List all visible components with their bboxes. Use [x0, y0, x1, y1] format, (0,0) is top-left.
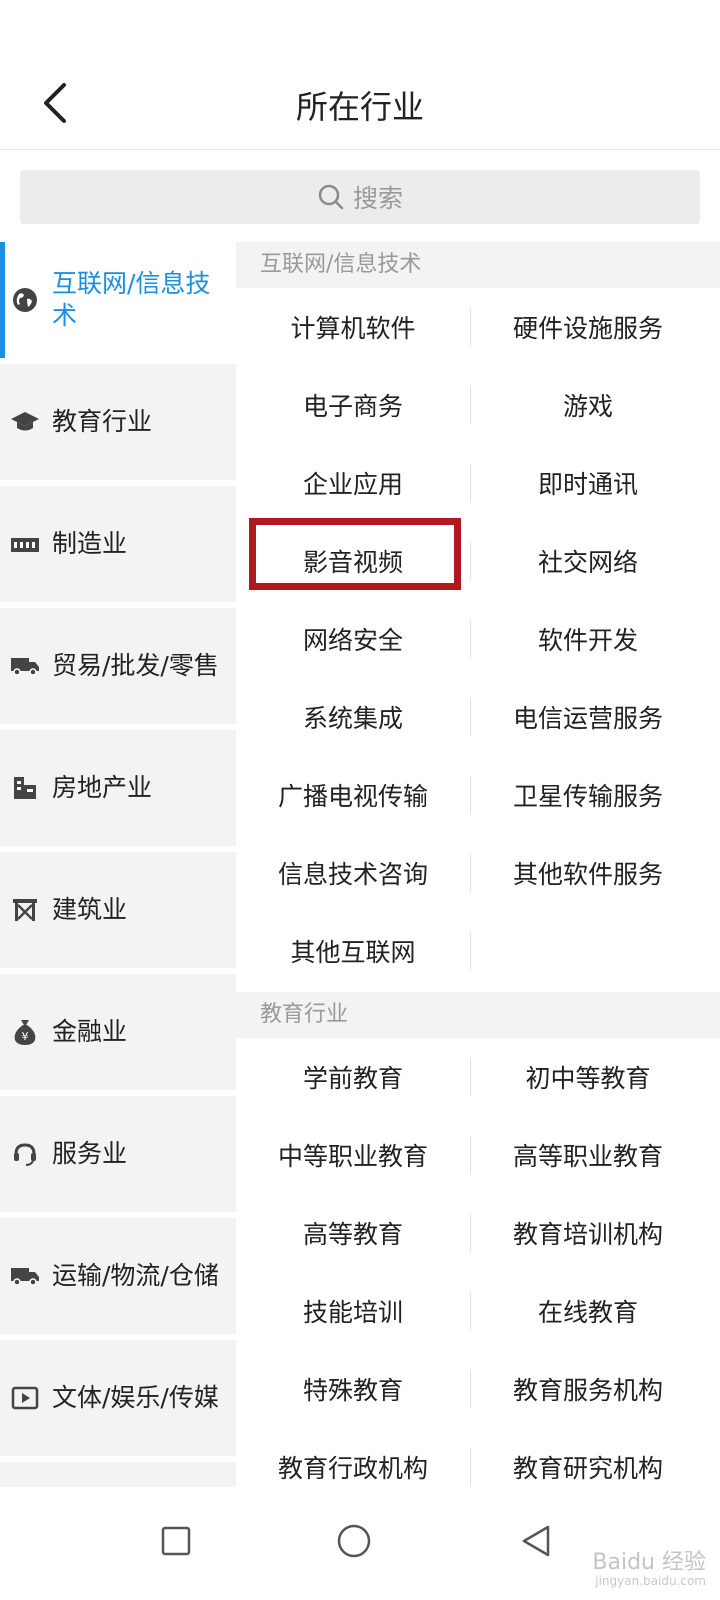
industry-option[interactable]: 其他软件服务: [471, 834, 705, 912]
industry-option[interactable]: 系统集成: [236, 678, 470, 756]
sidebar-item-logistics[interactable]: 运输/物流/仓储: [0, 1218, 236, 1334]
industry-option[interactable]: 高等职业教育: [471, 1116, 705, 1194]
sidebar-item-label: 制造业: [52, 529, 128, 558]
top-bar: 所在行业: [0, 0, 720, 150]
recent-apps-button[interactable]: [144, 1509, 208, 1573]
industry-option[interactable]: 初中等教育: [471, 1038, 705, 1116]
back-nav-button[interactable]: [504, 1509, 568, 1573]
search-placeholder: 搜索: [352, 184, 403, 213]
industry-option[interactable]: 教育行政机构: [236, 1428, 470, 1487]
circle-icon: [337, 1524, 371, 1558]
sidebar-item-label: 教育行业: [52, 407, 153, 436]
search-icon: [318, 184, 344, 210]
industry-option[interactable]: 教育培训机构: [471, 1194, 705, 1272]
sidebar-item-label: 互联网/信息技术: [52, 269, 211, 330]
construction-icon: [10, 895, 40, 925]
sidebar-item-label: 金融业: [52, 1017, 128, 1046]
industry-option[interactable]: 其他互联网: [236, 912, 470, 990]
industry-option[interactable]: 在线教育: [471, 1272, 705, 1350]
home-button[interactable]: [322, 1509, 386, 1573]
industry-option[interactable]: 卫星传输服务: [471, 756, 705, 834]
sidebar-item-more[interactable]: [0, 1462, 236, 1487]
search-bar-container: 搜索: [0, 150, 720, 242]
industry-option[interactable]: 广播电视传输: [236, 756, 470, 834]
sidebar-item-label: 建筑业: [52, 895, 128, 924]
service-icon: [10, 1139, 40, 1169]
building-icon: [10, 773, 40, 803]
industry-option[interactable]: 特殊教育: [236, 1350, 470, 1428]
page-title: 所在行业: [295, 88, 424, 126]
sidebar-item-trade[interactable]: 贸易/批发/零售: [0, 608, 236, 724]
video-play-icon: [10, 1383, 40, 1413]
watermark-line2: jingyan.baidu.com: [595, 1574, 706, 1588]
industry-option[interactable]: 游戏: [471, 366, 705, 444]
sidebar-item-label: 运输/物流/仓储: [52, 1261, 219, 1290]
industry-option[interactable]: 软件开发: [471, 600, 705, 678]
industry-option[interactable]: 即时通讯: [471, 444, 705, 522]
industry-option[interactable]: 电子商务: [236, 366, 470, 444]
industry-option[interactable]: 硬件设施服务: [471, 288, 705, 366]
industry-option[interactable]: 网络安全: [236, 600, 470, 678]
truck-icon: [10, 1261, 40, 1291]
sidebar-item-finance[interactable]: ¥ 金融业: [0, 974, 236, 1090]
factory-icon: [10, 529, 40, 559]
system-nav-bar: Baidu 经验 jingyan.baidu.com: [0, 1487, 720, 1600]
sidebar-item-education[interactable]: 教育行业: [0, 364, 236, 480]
sidebar-item-label: 贸易/批发/零售: [52, 651, 219, 680]
sidebar-item-media[interactable]: 文体/娱乐/传媒: [0, 1340, 236, 1456]
industry-option[interactable]: 学前教育: [236, 1038, 470, 1116]
industry-option[interactable]: 企业应用: [236, 444, 470, 522]
sidebar-item-label: 文体/娱乐/传媒: [52, 1383, 219, 1412]
sidebar-item-label: 房地产业: [52, 773, 153, 802]
industry-option[interactable]: 高等教育: [236, 1194, 470, 1272]
sidebar-item-construction[interactable]: 建筑业: [0, 852, 236, 968]
industry-content: 互联网/信息技术 计算机软件 硬件设施服务 电子商务 游戏 企业应用 即时通讯 …: [236, 242, 720, 1487]
globe-icon: [10, 285, 40, 315]
search-input[interactable]: 搜索: [20, 170, 700, 224]
industry-sidebar: 互联网/信息技术 教育行业 制造业 贸易/批发/零售 房地产业 建筑业 ¥ 金融…: [0, 242, 236, 1487]
sidebar-item-label: 服务业: [52, 1139, 128, 1168]
industry-option[interactable]: 教育服务机构: [471, 1350, 705, 1428]
industry-option[interactable]: 中等职业教育: [236, 1116, 470, 1194]
graduation-cap-icon: [10, 407, 40, 437]
industry-option[interactable]: 技能培训: [236, 1272, 470, 1350]
industry-option[interactable]: 社交网络: [471, 522, 705, 600]
watermark: Baidu 经验 jingyan.baidu.com: [592, 1550, 706, 1590]
square-icon: [161, 1526, 191, 1556]
sidebar-item-real-estate[interactable]: 房地产业: [0, 730, 236, 846]
industry-option[interactable]: 信息技术咨询: [236, 834, 470, 912]
money-bag-icon: ¥: [10, 1017, 40, 1047]
column-divider: [470, 932, 471, 970]
sidebar-item-internet-it[interactable]: 互联网/信息技术: [0, 242, 236, 358]
sidebar-item-manufacturing[interactable]: 制造业: [0, 486, 236, 602]
industry-option-highlighted[interactable]: 影音视频: [236, 522, 470, 600]
section-header: 教育行业: [236, 992, 720, 1038]
industry-option[interactable]: 电信运营服务: [471, 678, 705, 756]
truck-icon: [10, 651, 40, 681]
industry-option[interactable]: 计算机软件: [236, 288, 470, 366]
triangle-back-icon: [522, 1525, 550, 1557]
section-header: 互联网/信息技术: [236, 242, 720, 288]
watermark-line1: Baidu 经验: [592, 1550, 706, 1575]
industry-option[interactable]: 教育研究机构: [471, 1428, 705, 1487]
sidebar-item-service[interactable]: 服务业: [0, 1096, 236, 1212]
svg-text:¥: ¥: [22, 1030, 29, 1043]
